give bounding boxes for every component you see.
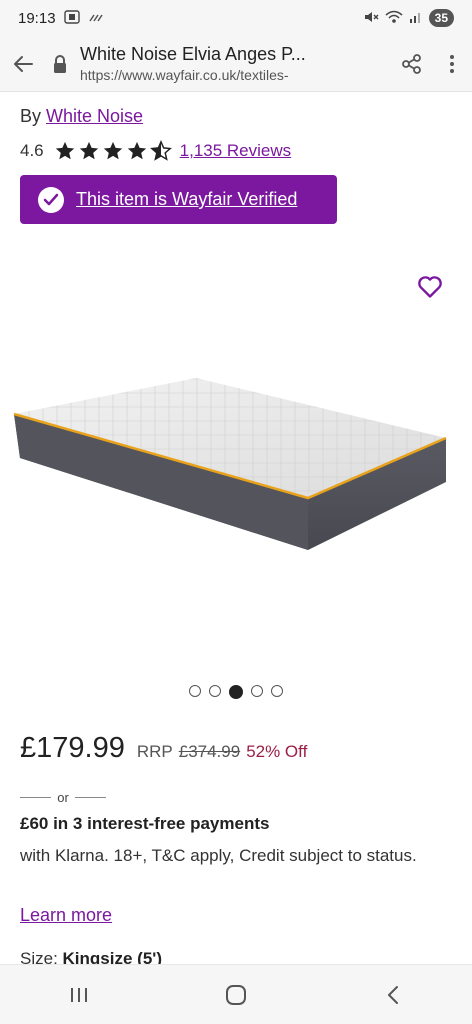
rating-value: 4.6 bbox=[20, 141, 44, 160]
carousel-dot[interactable] bbox=[189, 685, 201, 697]
size-label: Size: bbox=[20, 949, 63, 964]
star-full-icon bbox=[55, 141, 74, 160]
mute-icon bbox=[363, 10, 379, 27]
star-full-icon bbox=[127, 141, 146, 160]
klarna-title: £60 in 3 interest-free payments bbox=[20, 814, 270, 833]
klarna-text: with Klarna. 18+, T&C apply, Credit subj… bbox=[20, 846, 417, 865]
share-button[interactable] bbox=[392, 53, 432, 75]
chevron-left-icon bbox=[388, 985, 399, 1004]
star-full-icon bbox=[79, 141, 98, 160]
price-line: £179.99 RRP £374.99 52% Off bbox=[20, 732, 307, 765]
brand-line: By White Noise bbox=[20, 106, 143, 127]
carousel-dot[interactable] bbox=[271, 685, 283, 697]
sale-price: £179.99 bbox=[20, 732, 125, 764]
heart-icon bbox=[418, 276, 442, 298]
address-bar[interactable]: White Noise Elvia Anges P... https://www… bbox=[74, 44, 392, 83]
rating-summary: 4.6 1,135 Reviews bbox=[20, 140, 291, 162]
kebab-menu-icon bbox=[450, 54, 454, 73]
star-rating[interactable] bbox=[54, 140, 172, 162]
brand-link[interactable]: White Noise bbox=[46, 106, 143, 126]
cell-signal-icon bbox=[409, 11, 423, 26]
screenshot-icon bbox=[63, 9, 80, 27]
carousel-dot-active[interactable] bbox=[229, 685, 243, 699]
favorite-button[interactable] bbox=[416, 272, 444, 300]
back-button[interactable] bbox=[0, 55, 46, 73]
recent-apps-icon bbox=[70, 987, 87, 1002]
size-line: Size: Kingsize (5') bbox=[20, 949, 162, 964]
wayfair-verified-button[interactable]: This item is Wayfair Verified bbox=[20, 175, 337, 224]
or-divider: or bbox=[20, 790, 106, 805]
carousel-dot[interactable] bbox=[209, 685, 221, 697]
page-title: White Noise Elvia Anges P... bbox=[80, 44, 306, 64]
battery-indicator: 35 bbox=[428, 9, 454, 27]
share-icon bbox=[402, 53, 421, 74]
system-nav-bar bbox=[0, 964, 472, 1024]
wifi-icon bbox=[385, 10, 403, 27]
system-back-button[interactable] bbox=[363, 984, 423, 1006]
mattress-image bbox=[13, 378, 447, 550]
home-icon bbox=[225, 984, 246, 1005]
or-text: or bbox=[57, 790, 69, 805]
product-page: By White Noise 4.6 1,135 Reviews This it… bbox=[0, 92, 472, 964]
carousel-dots bbox=[0, 685, 472, 699]
url-text: https://www.wayfair.co.uk/textiles- bbox=[80, 67, 289, 83]
verified-check-icon bbox=[38, 186, 64, 213]
reviews-link[interactable]: 1,135 Reviews bbox=[180, 141, 292, 161]
rrp-label: RRP bbox=[136, 742, 173, 761]
size-value: Kingsize (5') bbox=[62, 949, 162, 964]
status-time: 19:13 bbox=[18, 9, 56, 27]
browser-toolbar: White Noise Elvia Anges P... https://www… bbox=[0, 36, 472, 92]
rrp-price: £374.99 bbox=[178, 742, 241, 761]
home-button[interactable] bbox=[206, 984, 266, 1006]
verified-label: This item is Wayfair Verified bbox=[76, 189, 298, 209]
carousel-dot[interactable] bbox=[251, 685, 263, 697]
more-options-button[interactable] bbox=[432, 54, 472, 74]
recent-apps-button[interactable] bbox=[49, 985, 109, 1005]
learn-more-link[interactable]: Learn more bbox=[20, 905, 112, 926]
product-title-cut bbox=[20, 92, 460, 96]
lock-icon[interactable] bbox=[46, 54, 74, 74]
star-half-icon bbox=[149, 140, 172, 161]
signal-strength-icon bbox=[88, 11, 104, 26]
product-image-carousel[interactable] bbox=[0, 252, 472, 672]
star-full-icon bbox=[103, 141, 122, 160]
brand-prefix: By bbox=[20, 106, 47, 126]
arrow-left-icon bbox=[14, 55, 33, 72]
status-bar: 19:13 35 bbox=[0, 0, 472, 36]
discount-badge: 52% Off bbox=[246, 742, 308, 761]
